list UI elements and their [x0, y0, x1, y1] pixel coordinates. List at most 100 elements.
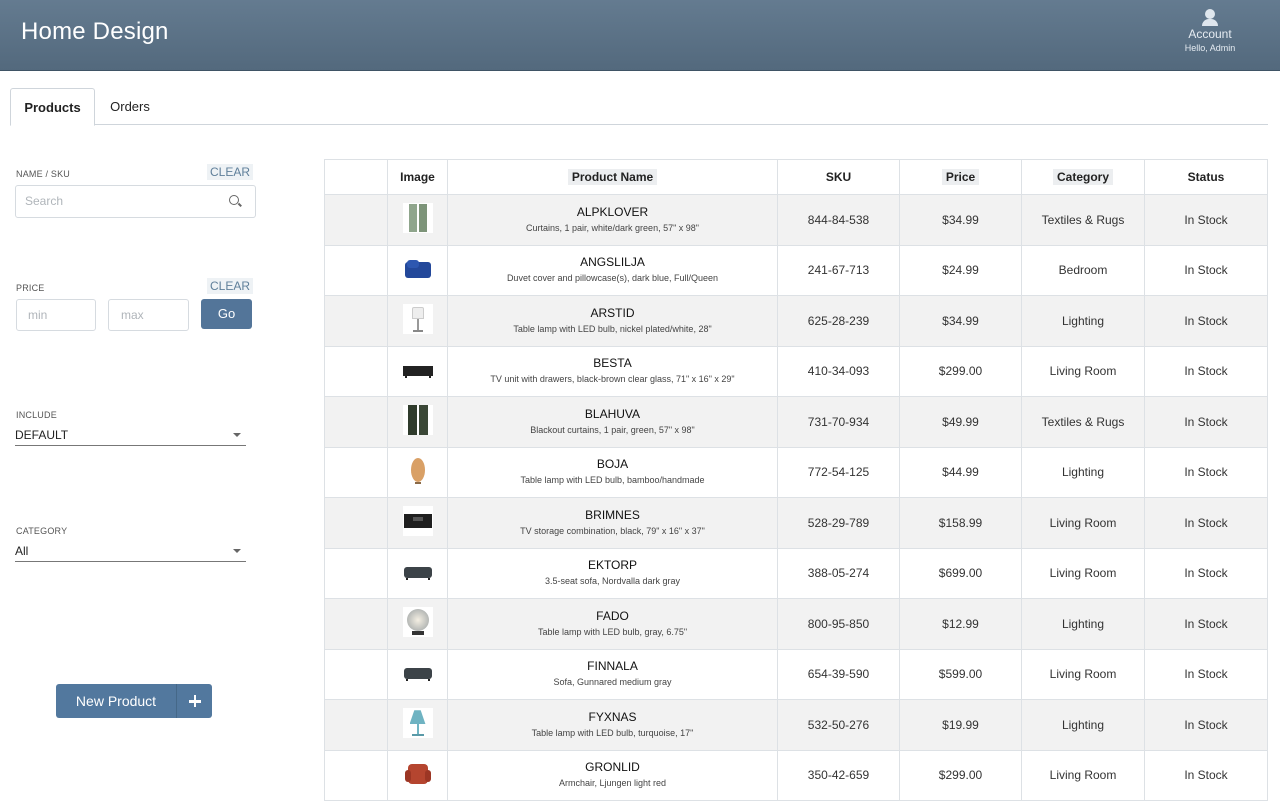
- product-name-cell[interactable]: BRIMNES TV storage combination, black, 79…: [447, 497, 778, 549]
- status-cell: In Stock: [1144, 547, 1268, 599]
- table-row[interactable]: ARSTID Table lamp with LED bulb, nickel p…: [324, 295, 1268, 347]
- product-name-cell[interactable]: FYXNAS Table lamp with LED bulb, turquois…: [447, 699, 778, 751]
- category-cell: Living Room: [1021, 547, 1145, 599]
- row-select-cell[interactable]: [324, 497, 388, 549]
- row-select-cell[interactable]: [324, 295, 388, 347]
- account-menu[interactable]: Account Hello, Admin: [1170, 9, 1250, 54]
- table-row[interactable]: BESTA TV unit with drawers, black-brown c…: [324, 345, 1268, 397]
- product-description: Table lamp with LED bulb, turquoise, 17": [531, 727, 694, 738]
- product-image-cell: [387, 345, 448, 397]
- product-name-cell[interactable]: ANGSLILJA Duvet cover and pillowcase(s), …: [447, 244, 778, 296]
- price-label: PRICE: [16, 283, 45, 293]
- product-name: EKTORP: [587, 558, 638, 573]
- product-name-cell[interactable]: BLAHUVA Blackout curtains, 1 pair, green,…: [447, 396, 778, 448]
- status-cell: In Stock: [1144, 194, 1268, 246]
- status-cell: In Stock: [1144, 749, 1268, 801]
- clear-price-button[interactable]: CLEAR: [207, 278, 254, 294]
- table-row[interactable]: EKTORP 3.5-seat sofa, Nordvalla dark gray…: [324, 547, 1268, 599]
- price-max-input[interactable]: max: [108, 299, 189, 331]
- table-row[interactable]: BRIMNES TV storage combination, black, 79…: [324, 497, 1268, 549]
- product-description: Sofa, Gunnared medium gray: [553, 677, 672, 688]
- category-cell: Living Room: [1021, 497, 1145, 549]
- table-lamp-icon: [402, 304, 433, 335]
- column-header-product-name[interactable]: Product Name: [447, 159, 778, 195]
- product-image-cell: [387, 749, 448, 801]
- column-header-price[interactable]: Price: [899, 159, 1022, 195]
- category-cell: Living Room: [1021, 345, 1145, 397]
- clear-name-sku-button[interactable]: CLEAR: [207, 164, 254, 180]
- curtains-icon: [402, 405, 433, 436]
- product-description: TV storage combination, black, 79" x 16"…: [520, 525, 705, 536]
- sku-cell: 731-70-934: [777, 396, 900, 448]
- category-cell: Lighting: [1021, 699, 1145, 751]
- price-cell: $19.99: [899, 699, 1022, 751]
- column-header-status[interactable]: Status: [1144, 159, 1268, 195]
- product-name-cell[interactable]: FADO Table lamp with LED bulb, gray, 6.75…: [447, 598, 778, 650]
- new-product-label: New Product: [75, 693, 157, 709]
- row-select-cell[interactable]: [324, 345, 388, 397]
- product-name-cell[interactable]: BOJA Table lamp with LED bulb, bamboo/han…: [447, 446, 778, 498]
- row-select-cell[interactable]: [324, 194, 388, 246]
- include-select[interactable]: DEFAULT: [15, 428, 246, 446]
- price-min-input[interactable]: min: [16, 299, 96, 331]
- product-name-cell[interactable]: GRONLID Armchair, Ljungen light red: [447, 749, 778, 801]
- table-row[interactable]: GRONLID Armchair, Ljungen light red 350-42…: [324, 749, 1268, 801]
- plus-icon: [176, 684, 212, 718]
- table-row[interactable]: FADO Table lamp with LED bulb, gray, 6.75…: [324, 598, 1268, 650]
- row-select-cell[interactable]: [324, 446, 388, 498]
- tab-products[interactable]: Products: [10, 88, 95, 126]
- table-row[interactable]: ALPKLOVER Curtains, 1 pair, white/dark gr…: [324, 194, 1268, 246]
- app-title: Home Design: [21, 18, 169, 45]
- armchair-icon: [402, 758, 433, 789]
- product-description: Table lamp with LED bulb, bamboo/handmad…: [520, 475, 705, 486]
- table-row[interactable]: BOJA Table lamp with LED bulb, bamboo/han…: [324, 446, 1268, 498]
- products-table: Image Product Name SKU Price Category St…: [324, 159, 1268, 801]
- column-header-sku[interactable]: SKU: [777, 159, 900, 195]
- table-row[interactable]: FINNALA Sofa, Gunnared medium gray 654-39-…: [324, 648, 1268, 700]
- sku-cell: 772-54-125: [777, 446, 900, 498]
- product-name: BRIMNES: [585, 507, 640, 522]
- row-select-cell[interactable]: [324, 699, 388, 751]
- status-cell: In Stock: [1144, 396, 1268, 448]
- table-row[interactable]: FYXNAS Table lamp with LED bulb, turquois…: [324, 699, 1268, 751]
- column-header-product-name-label: Product Name: [567, 169, 658, 185]
- product-name-cell[interactable]: ALPKLOVER Curtains, 1 pair, white/dark gr…: [447, 194, 778, 246]
- category-cell: Lighting: [1021, 598, 1145, 650]
- search-icon[interactable]: [229, 195, 239, 205]
- price-cell: $699.00: [899, 547, 1022, 599]
- price-go-button[interactable]: Go: [201, 299, 252, 329]
- account-label: Account: [1188, 27, 1232, 41]
- sku-cell: 388-05-274: [777, 547, 900, 599]
- search-input[interactable]: Search: [15, 185, 256, 218]
- row-select-cell[interactable]: [324, 749, 388, 801]
- column-header-category[interactable]: Category: [1021, 159, 1145, 195]
- price-cell: $158.99: [899, 497, 1022, 549]
- new-product-button[interactable]: New Product: [56, 684, 212, 718]
- row-select-cell[interactable]: [324, 598, 388, 650]
- product-description: Curtains, 1 pair, white/dark green, 57" …: [526, 222, 699, 233]
- category-cell: Textiles & Rugs: [1021, 396, 1145, 448]
- row-select-cell[interactable]: [324, 648, 388, 700]
- sku-cell: 800-95-850: [777, 598, 900, 650]
- category-cell: Living Room: [1021, 749, 1145, 801]
- table-row[interactable]: ANGSLILJA Duvet cover and pillowcase(s), …: [324, 244, 1268, 296]
- product-name-cell[interactable]: ARSTID Table lamp with LED bulb, nickel p…: [447, 295, 778, 347]
- row-select-cell[interactable]: [324, 244, 388, 296]
- product-name: BESTA: [593, 356, 632, 371]
- column-header-category-label: Category: [1052, 169, 1113, 185]
- status-cell: In Stock: [1144, 244, 1268, 296]
- product-description: Blackout curtains, 1 pair, green, 57" x …: [530, 424, 695, 435]
- product-description: Table lamp with LED bulb, gray, 6.75": [537, 626, 688, 637]
- category-cell: Textiles & Rugs: [1021, 194, 1145, 246]
- product-name-cell[interactable]: BESTA TV unit with drawers, black-brown c…: [447, 345, 778, 397]
- category-label: CATEGORY: [16, 526, 68, 536]
- row-select-cell[interactable]: [324, 547, 388, 599]
- row-select-cell[interactable]: [324, 396, 388, 448]
- table-row[interactable]: BLAHUVA Blackout curtains, 1 pair, green,…: [324, 396, 1268, 448]
- category-select[interactable]: All: [15, 544, 246, 562]
- product-name: FINNALA: [587, 659, 638, 674]
- product-name-cell[interactable]: EKTORP 3.5-seat sofa, Nordvalla dark gray: [447, 547, 778, 599]
- tab-orders[interactable]: Orders: [100, 88, 160, 125]
- product-name-cell[interactable]: FINNALA Sofa, Gunnared medium gray: [447, 648, 778, 700]
- user-icon: [1201, 9, 1219, 26]
